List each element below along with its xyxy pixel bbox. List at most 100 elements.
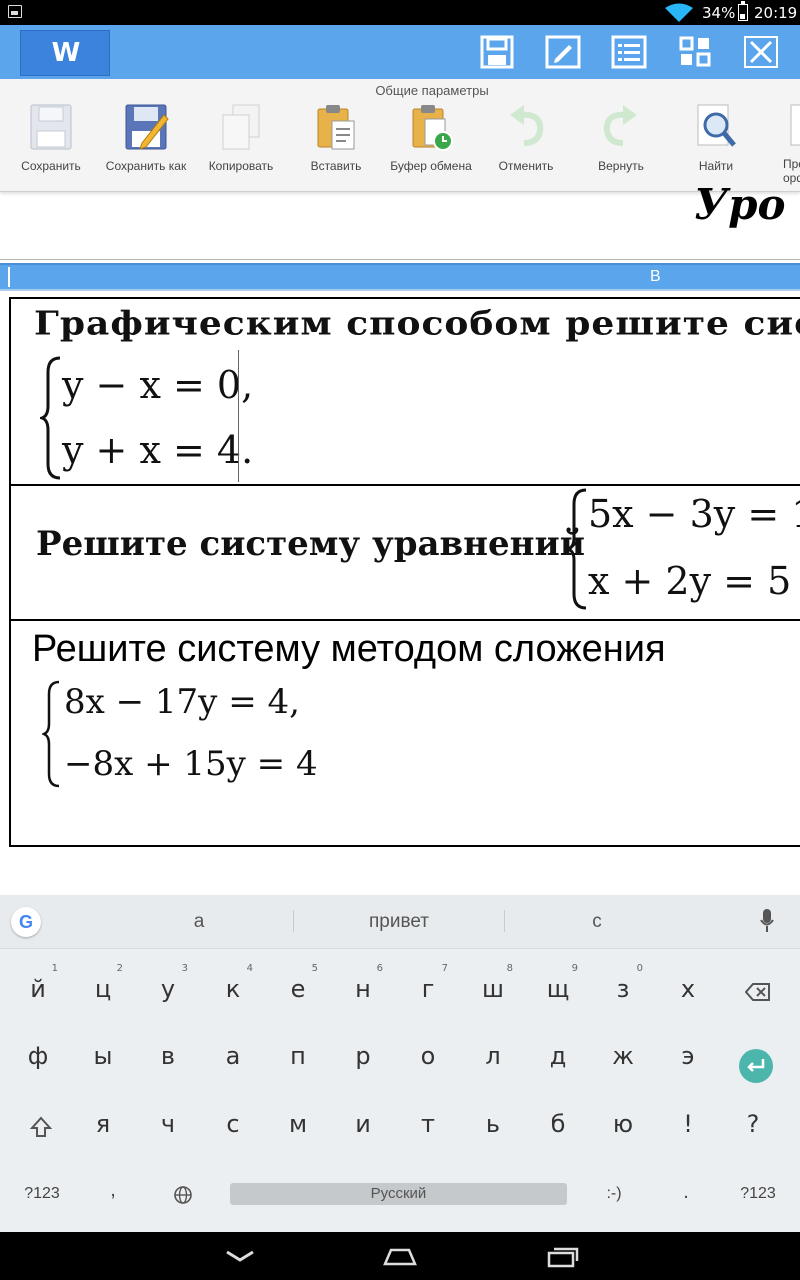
suggestion-1[interactable]: а xyxy=(150,911,248,933)
edit-toolbar-button[interactable] xyxy=(545,35,581,69)
key-row2-4[interactable]: п xyxy=(266,1028,330,1088)
key-row1-3[interactable]: к4 xyxy=(201,961,265,1021)
key-row3-0[interactable]: я xyxy=(71,1096,135,1156)
task3-text[interactable]: Решите систему методом сложения xyxy=(32,628,666,671)
save-toolbar-button[interactable] xyxy=(479,35,515,69)
key-row1-8[interactable]: щ9 xyxy=(526,961,590,1021)
key-label: н xyxy=(355,975,371,1003)
key-row3-9[interactable]: ! xyxy=(656,1096,720,1156)
key-row1-7[interactable]: ш8 xyxy=(461,961,525,1021)
key-label: ы xyxy=(93,1042,113,1070)
task3-equation-2: −8x + 15y = 4 xyxy=(64,744,318,784)
suggestion-strip: G а привет с xyxy=(0,895,800,949)
key-row3-2[interactable]: с xyxy=(201,1096,265,1156)
smiley-key[interactable]: :-) xyxy=(596,1185,632,1203)
key-row1-9[interactable]: з0 xyxy=(591,961,655,1021)
key-row3-8[interactable]: ю xyxy=(591,1096,655,1156)
shift-icon[interactable] xyxy=(30,1116,52,1138)
suggestion-3[interactable]: с xyxy=(548,911,646,933)
grid-toolbar-button[interactable] xyxy=(677,35,713,69)
key-row2-2[interactable]: в xyxy=(136,1028,200,1088)
table-rule xyxy=(9,484,800,486)
suggestion-divider xyxy=(293,910,294,932)
key-row2-3[interactable]: а xyxy=(201,1028,265,1088)
ribbon-find-label: Найти xyxy=(698,159,734,173)
ribbon-clipboard-button[interactable]: Буфер обмена xyxy=(383,101,479,173)
picture-notification-icon xyxy=(8,5,22,18)
google-icon[interactable]: G xyxy=(11,907,41,937)
backspace-icon[interactable] xyxy=(745,982,771,1002)
task2-text[interactable]: Решите систему уравнений xyxy=(36,524,585,564)
home-icon[interactable] xyxy=(382,1246,418,1266)
symbols-key-left[interactable]: ?123 xyxy=(14,1185,70,1203)
recent-apps-icon[interactable] xyxy=(546,1246,580,1268)
task1-brace xyxy=(40,356,61,480)
ribbon-spellcheck-button[interactable]: Про орфо xyxy=(763,101,800,185)
key-row3-1[interactable]: ч xyxy=(136,1096,200,1156)
microphone-icon[interactable] xyxy=(760,909,774,933)
ribbon-redo-button[interactable]: Вернуть xyxy=(573,101,669,173)
close-toolbar-button[interactable] xyxy=(743,35,779,69)
battery-icon xyxy=(738,1,748,21)
key-row2-5[interactable]: р xyxy=(331,1028,395,1088)
enter-button[interactable] xyxy=(739,1049,773,1083)
ribbon-copy-button[interactable]: Копировать xyxy=(193,101,289,173)
key-row3-10[interactable]: ? xyxy=(721,1096,785,1156)
list-toolbar-button[interactable] xyxy=(611,35,647,69)
key-row1-0[interactable]: й1 xyxy=(6,961,70,1021)
key-row1-1[interactable]: ц2 xyxy=(71,961,135,1021)
key-row2-0[interactable]: ф xyxy=(6,1028,70,1088)
back-chevron-icon[interactable] xyxy=(224,1246,256,1266)
key-row3-4[interactable]: и xyxy=(331,1096,395,1156)
ribbon-undo-label: Отменить xyxy=(498,159,554,173)
period-key[interactable]: . xyxy=(676,1181,696,1204)
key-label: ! xyxy=(683,1110,693,1138)
ribbon-paste-button[interactable]: Вставить xyxy=(288,101,384,173)
selected-table-row[interactable]: B xyxy=(0,263,800,291)
ribbon-title: Общие параметры xyxy=(375,83,489,98)
key-row2-6[interactable]: о xyxy=(396,1028,460,1088)
task1-text[interactable]: Графическим способом решите систем xyxy=(34,305,800,343)
key-row2-10[interactable]: э xyxy=(656,1028,720,1088)
key-row1-4[interactable]: е5 xyxy=(266,961,330,1021)
task3-equation-1: 8x − 17y = 4, xyxy=(64,682,300,722)
space-bar[interactable]: Русский xyxy=(230,1183,567,1205)
key-row1-2[interactable]: у3 xyxy=(136,961,200,1021)
key-label: д xyxy=(549,1042,567,1070)
ribbon-spellcheck-label: Про орфо xyxy=(783,157,800,185)
key-row3-5[interactable]: т xyxy=(396,1096,460,1156)
key-row3-3[interactable]: м xyxy=(266,1096,330,1156)
key-label: з xyxy=(616,975,630,1003)
key-number-hint: 1 xyxy=(51,963,58,974)
key-number-hint: 4 xyxy=(246,963,253,974)
spellcheck-icon xyxy=(790,104,800,146)
key-row2-1[interactable]: ы xyxy=(71,1028,135,1088)
key-row1-6[interactable]: г7 xyxy=(396,961,460,1021)
ribbon-save-as-button[interactable]: Сохранить как xyxy=(98,101,194,173)
ribbon-save-button[interactable]: Сохранить xyxy=(3,101,99,173)
key-row3-7[interactable]: б xyxy=(526,1096,590,1156)
key-row1-5[interactable]: н6 xyxy=(331,961,395,1021)
key-number-hint: 2 xyxy=(116,963,123,974)
key-label: ф xyxy=(27,1042,49,1070)
ribbon-save-as-label: Сохранить как xyxy=(105,159,187,173)
task1-equation-1: y − x = 0, xyxy=(62,363,254,407)
key-row2-7[interactable]: л xyxy=(461,1028,525,1088)
ribbon-undo-button[interactable]: Отменить xyxy=(478,101,574,173)
app-logo-button[interactable]: W xyxy=(20,30,110,76)
on-screen-keyboard: G а привет с й1ц2у3к4е5н6г7ш8щ9з0хфывапр… xyxy=(0,895,800,1232)
ribbon-find-button[interactable]: Найти xyxy=(668,101,764,173)
key-row1-10[interactable]: х xyxy=(656,961,720,1021)
suggestion-2[interactable]: привет xyxy=(320,911,478,933)
battery-percent: 34% xyxy=(702,4,736,22)
key-label: е xyxy=(290,975,306,1003)
screen: 34% 20:19 W Общие параметры Сохранить Со… xyxy=(0,0,800,1280)
comma-key[interactable]: , xyxy=(100,1179,126,1202)
key-row2-9[interactable]: ж xyxy=(591,1028,655,1088)
wifi-icon xyxy=(665,3,693,22)
globe-icon[interactable] xyxy=(173,1185,193,1205)
key-row2-8[interactable]: д xyxy=(526,1028,590,1088)
key-number-hint: 7 xyxy=(441,963,448,974)
key-row3-6[interactable]: ь xyxy=(461,1096,525,1156)
symbols-key-right[interactable]: ?123 xyxy=(730,1185,786,1203)
